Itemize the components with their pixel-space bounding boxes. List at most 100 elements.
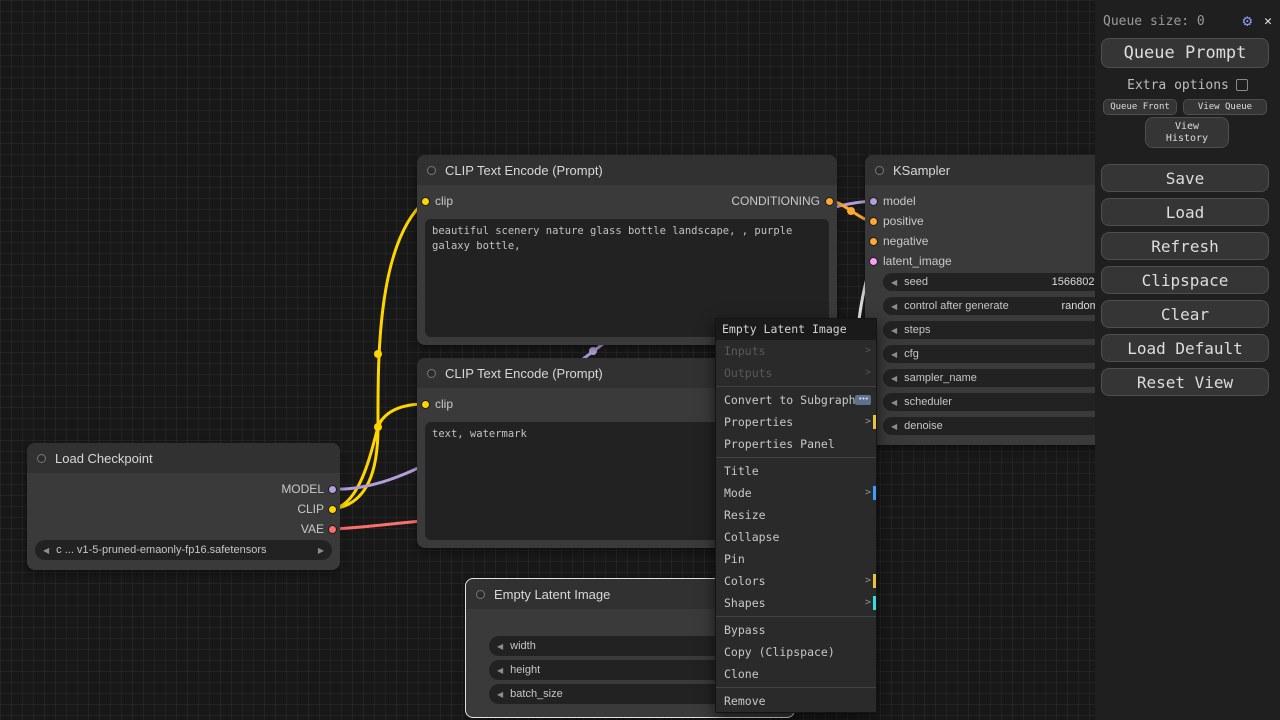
extra-options-checkbox[interactable] [1235, 79, 1248, 91]
decrement-arrow-icon[interactable]: ◀ [497, 666, 503, 675]
model-output-slot[interactable] [328, 485, 337, 494]
negative-input-label: negative [883, 234, 929, 248]
decrement-arrow-icon[interactable]: ◀ [891, 326, 897, 335]
widget-value: c ... v1-5-pruned-emaonly-fp16.safetenso… [56, 544, 267, 556]
clear-button[interactable]: Clear [1101, 300, 1269, 328]
load-default-button[interactable]: Load Default [1101, 334, 1269, 362]
widget-name: height [510, 664, 541, 676]
node-title: KSampler [893, 162, 951, 178]
collapse-icon[interactable] [427, 165, 436, 175]
close-icon[interactable]: ✕ [1264, 14, 1272, 29]
queue-size-label: Queue size: 0 [1103, 13, 1205, 29]
extra-options-label: Extra options [1127, 77, 1229, 93]
menu-item-clone[interactable]: Clone [716, 663, 876, 685]
view-queue-button[interactable]: View Queue [1183, 99, 1267, 115]
node-load-checkpoint[interactable]: Load Checkpoint MODEL CLIP VAE ◀ c ... v… [27, 443, 340, 570]
clip-input-slot[interactable] [421, 400, 430, 409]
menu-item-convert-to-subgraph[interactable]: Convert to Subgraph ••• [716, 389, 876, 411]
submenu-arrow-icon: > [864, 575, 871, 586]
latent-image-input-label: latent_image [883, 254, 952, 268]
view-history-button[interactable]: View History [1145, 117, 1229, 148]
subgraph-badge-icon: ••• [855, 395, 871, 405]
submenu-arrow-icon: > [864, 367, 871, 378]
settings-gear-icon[interactable]: ⚙ [1243, 13, 1253, 29]
queue-front-button[interactable]: Queue Front [1103, 99, 1177, 115]
menu-divider [716, 386, 876, 387]
negative-input-slot[interactable] [869, 237, 878, 246]
save-button[interactable]: Save [1101, 164, 1269, 192]
collapse-icon[interactable] [427, 368, 436, 378]
conditioning-output-slot[interactable] [825, 197, 834, 206]
menu-item-colors[interactable]: Colors > [716, 570, 876, 592]
reset-view-button[interactable]: Reset View [1101, 368, 1269, 396]
menu-item-shapes[interactable]: Shapes > [716, 592, 876, 614]
model-input-label: model [883, 194, 916, 208]
menu-item-title[interactable]: Title [716, 460, 876, 482]
previous-arrow-icon[interactable]: ◀ [43, 546, 49, 555]
submenu-arrow-icon: > [864, 487, 871, 498]
widget-name: cfg [904, 348, 919, 360]
widget-name: scheduler [904, 396, 952, 408]
node-title: Load Checkpoint [55, 450, 153, 466]
decrement-arrow-icon[interactable]: ◀ [497, 642, 503, 651]
submenu-color-mark [873, 415, 876, 429]
collapse-icon[interactable] [37, 453, 46, 463]
menu-item-copy-clipspace[interactable]: Copy (Clipspace) [716, 641, 876, 663]
node-title: CLIP Text Encode (Prompt) [445, 162, 603, 178]
clip-input-slot[interactable] [421, 197, 430, 206]
collapse-icon[interactable] [875, 165, 884, 175]
positive-input-label: positive [883, 214, 924, 228]
menu-item-pin[interactable]: Pin [716, 548, 876, 570]
menu-item-properties-panel[interactable]: Properties Panel [716, 433, 876, 455]
menu-item-remove[interactable]: Remove [716, 690, 876, 712]
latent-image-input-slot[interactable] [869, 257, 878, 266]
node-clip-text-encode-positive[interactable]: CLIP Text Encode (Prompt) clip CONDITION… [417, 155, 837, 345]
submenu-color-mark [873, 574, 876, 588]
clip-output-slot[interactable] [328, 505, 337, 514]
refresh-button[interactable]: Refresh [1101, 232, 1269, 260]
menu-divider [716, 616, 876, 617]
widget-name: sampler_name [904, 372, 977, 384]
ckpt-name-widget[interactable]: ◀ c ... v1-5-pruned-emaonly-fp16.safeten… [35, 540, 332, 560]
clip-input-label: clip [435, 194, 454, 208]
decrement-arrow-icon[interactable]: ◀ [891, 422, 897, 431]
decrement-arrow-icon[interactable]: ◀ [891, 278, 897, 287]
widget-name: batch_size [510, 688, 563, 700]
menu-item-outputs: Outputs > [716, 362, 876, 384]
menu-divider [716, 457, 876, 458]
decrement-arrow-icon[interactable]: ◀ [891, 398, 897, 407]
model-input-slot[interactable] [869, 197, 878, 206]
clip-output-label: CLIP [297, 502, 324, 516]
node-title: CLIP Text Encode (Prompt) [445, 365, 603, 381]
node-header[interactable]: CLIP Text Encode (Prompt) [417, 155, 837, 185]
menu-divider [716, 687, 876, 688]
menu-item-inputs: Inputs > [716, 340, 876, 362]
next-arrow-icon[interactable]: ▶ [318, 546, 324, 555]
decrement-arrow-icon[interactable]: ◀ [891, 374, 897, 383]
widget-name: width [510, 640, 536, 652]
menu-item-resize[interactable]: Resize [716, 504, 876, 526]
menu-item-bypass[interactable]: Bypass [716, 619, 876, 641]
menu-item-properties[interactable]: Properties > [716, 411, 876, 433]
menu-item-mode[interactable]: Mode > [716, 482, 876, 504]
submenu-color-mark [873, 596, 876, 610]
conditioning-output-label: CONDITIONING [731, 194, 820, 208]
submenu-color-mark [873, 486, 876, 500]
widget-name: denoise [904, 420, 943, 432]
comfyui-app: CLIP Text Encode (Prompt) clip CONDITION… [0, 0, 1280, 720]
menu-item-collapse[interactable]: Collapse [716, 526, 876, 548]
submenu-arrow-icon: > [864, 597, 871, 608]
clipspace-button[interactable]: Clipspace [1101, 266, 1269, 294]
vae-output-slot[interactable] [328, 525, 337, 534]
node-title: Empty Latent Image [494, 586, 611, 602]
queue-prompt-button[interactable]: Queue Prompt [1101, 38, 1269, 68]
context-menu-title: Empty Latent Image [716, 319, 876, 340]
decrement-arrow-icon[interactable]: ◀ [891, 302, 897, 311]
decrement-arrow-icon[interactable]: ◀ [497, 690, 503, 699]
load-button[interactable]: Load [1101, 198, 1269, 226]
collapse-icon[interactable] [476, 589, 485, 599]
widget-name: seed [904, 276, 929, 288]
positive-input-slot[interactable] [869, 217, 878, 226]
node-header[interactable]: Load Checkpoint [27, 443, 340, 473]
decrement-arrow-icon[interactable]: ◀ [891, 350, 897, 359]
